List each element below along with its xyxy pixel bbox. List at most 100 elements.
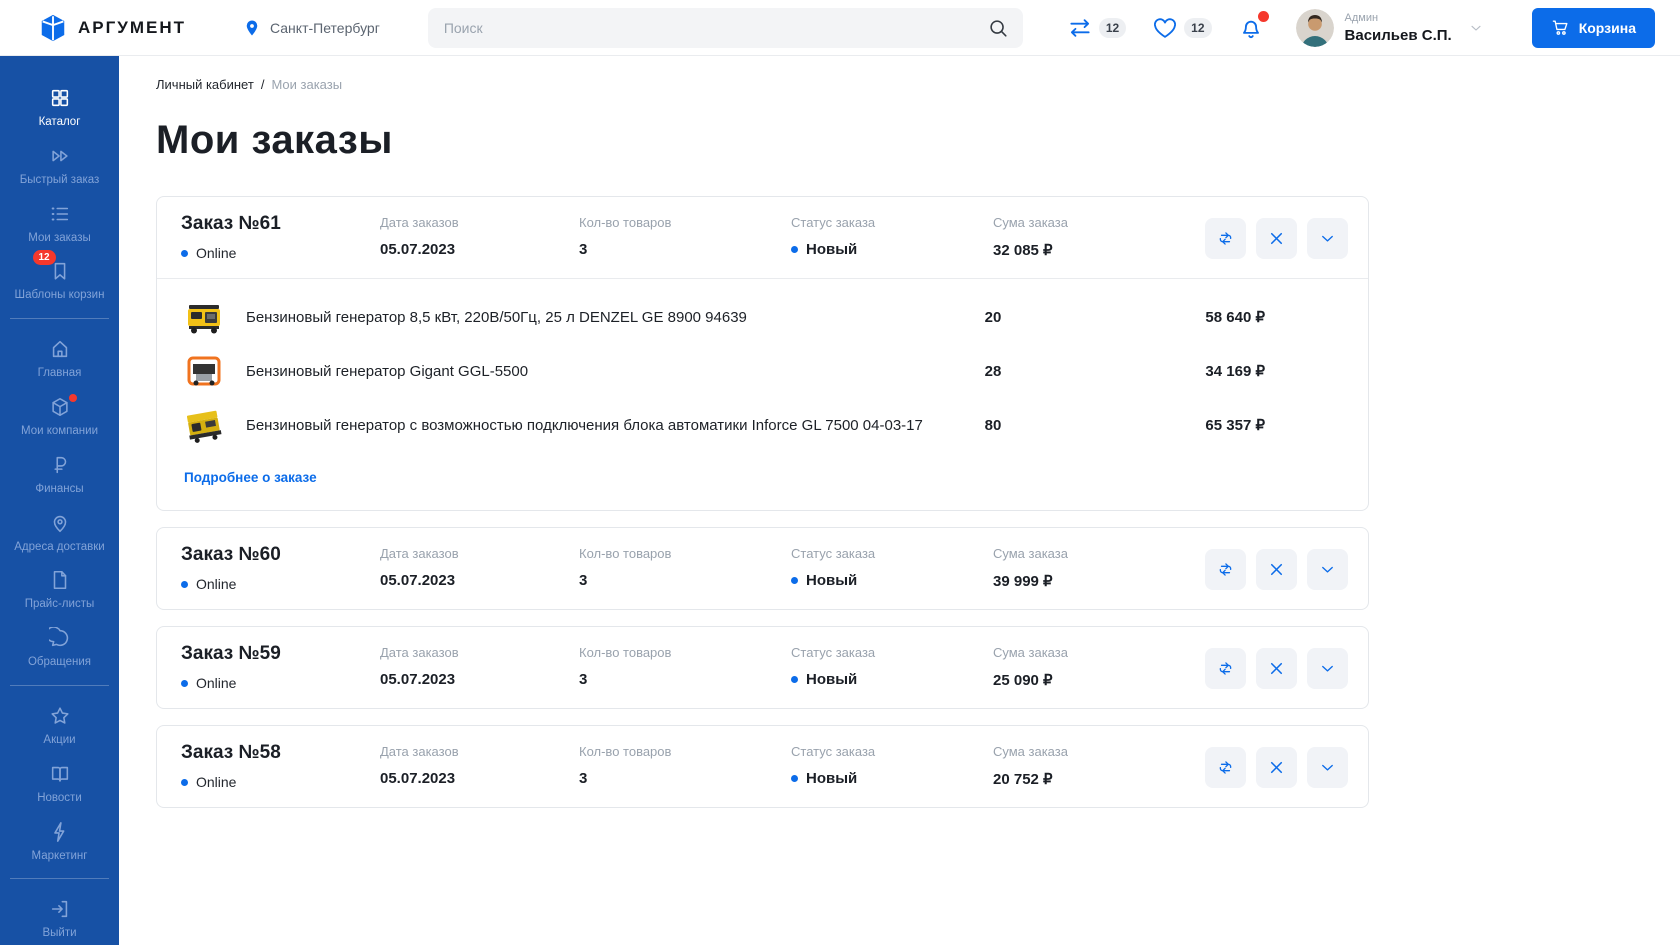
home-icon bbox=[49, 338, 71, 360]
logout-icon bbox=[49, 898, 71, 920]
order-status: Новый bbox=[791, 671, 993, 688]
pin-icon bbox=[49, 512, 71, 534]
product-name: Бензиновый генератор с возможностью подк… bbox=[246, 417, 941, 434]
repeat-order-button[interactable] bbox=[1205, 549, 1246, 590]
order-sum: 25 090 ₽ bbox=[993, 671, 1205, 689]
cancel-order-button[interactable] bbox=[1256, 218, 1297, 259]
status-dot bbox=[181, 680, 188, 687]
sidebar-item-lightning[interactable]: Маркетинг bbox=[0, 821, 119, 864]
order-date: 05.07.2023 bbox=[380, 770, 579, 787]
expand-order-button[interactable] bbox=[1307, 549, 1348, 590]
order-actions bbox=[1205, 218, 1348, 259]
cart-icon bbox=[1551, 18, 1570, 37]
search-input[interactable] bbox=[428, 8, 1023, 48]
order-status-label: Статус заказа bbox=[791, 744, 993, 759]
cart-button-label: Корзина bbox=[1579, 20, 1636, 36]
ruble-icon bbox=[49, 454, 71, 476]
main-content: Личный кабинет / Мои заказы Мои заказы З… bbox=[119, 56, 1680, 945]
order-channel: Online bbox=[181, 774, 380, 790]
sidebar-item-ruble[interactable]: Финансы bbox=[0, 454, 119, 497]
sidebar-item-cube[interactable]: Мои компании bbox=[0, 396, 119, 439]
product-name: Бензиновый генератор 8,5 кВт, 220В/50Гц,… bbox=[246, 309, 941, 326]
favorites-button[interactable]: 12 bbox=[1152, 15, 1211, 41]
cube-icon bbox=[49, 396, 71, 418]
repeat-icon bbox=[1216, 659, 1235, 678]
sidebar-item-label: Новости bbox=[35, 792, 84, 806]
search-icon[interactable] bbox=[987, 17, 1009, 39]
cart-button[interactable]: Корзина bbox=[1532, 8, 1655, 48]
sidebar-item-bookmark[interactable]: 12Шаблоны корзин bbox=[0, 260, 119, 303]
sidebar-item-pin[interactable]: Адреса доставки bbox=[0, 512, 119, 555]
order-qty: 3 bbox=[579, 241, 791, 258]
city-selector[interactable]: Санкт-Петербург bbox=[243, 19, 380, 37]
order-card: Заказ №58 Online Дата заказов05.07.2023 … bbox=[156, 725, 1369, 808]
breadcrumb-parent[interactable]: Личный кабинет bbox=[156, 77, 254, 92]
status-dot bbox=[791, 577, 798, 584]
cancel-order-button[interactable] bbox=[1256, 648, 1297, 689]
order-actions bbox=[1205, 648, 1348, 689]
order-channel: Online bbox=[181, 245, 380, 261]
status-dot bbox=[791, 246, 798, 253]
sidebar-item-label: Адреса доставки bbox=[12, 541, 106, 555]
order-item-row: Бензиновый генератор 8,5 кВт, 220В/50Гц,… bbox=[157, 290, 1368, 344]
repeat-icon bbox=[1216, 758, 1235, 777]
sidebar-item-grid[interactable]: Каталог bbox=[0, 87, 119, 130]
star-icon bbox=[49, 705, 71, 727]
status-dot bbox=[181, 779, 188, 786]
sidebar-item-book[interactable]: Новости bbox=[0, 763, 119, 806]
order-card-header: Заказ №60 Online Дата заказов05.07.2023 … bbox=[157, 528, 1368, 609]
chevron-down-icon bbox=[1318, 659, 1337, 678]
chevron-down-icon bbox=[1318, 758, 1337, 777]
sidebar-item-star[interactable]: Акции bbox=[0, 705, 119, 748]
close-icon bbox=[1267, 560, 1286, 579]
order-status-label: Статус заказа bbox=[791, 215, 993, 230]
breadcrumb-separator: / bbox=[261, 77, 265, 92]
close-icon bbox=[1267, 229, 1286, 248]
order-title: Заказ №59 bbox=[181, 643, 380, 665]
order-qty: 3 bbox=[579, 770, 791, 787]
order-sum: 20 752 ₽ bbox=[993, 770, 1205, 788]
sidebar-item-list[interactable]: Мои заказы bbox=[0, 203, 119, 246]
lightning-icon bbox=[49, 821, 71, 843]
sidebar-item-home[interactable]: Главная bbox=[0, 338, 119, 381]
favorites-count-badge: 12 bbox=[1184, 18, 1211, 38]
status-dot bbox=[791, 676, 798, 683]
repeat-icon bbox=[1216, 229, 1235, 248]
expand-order-button[interactable] bbox=[1307, 648, 1348, 689]
sidebar-item-logout[interactable]: Выйти bbox=[0, 898, 119, 941]
order-card: Заказ №61 Online Дата заказов05.07.2023 … bbox=[156, 196, 1369, 511]
sidebar-divider bbox=[10, 318, 109, 319]
expand-order-button[interactable] bbox=[1307, 747, 1348, 788]
sidebar-item-fast-forward[interactable]: Быстрый заказ bbox=[0, 145, 119, 188]
cancel-order-button[interactable] bbox=[1256, 747, 1297, 788]
logo[interactable]: АРГУМЕНТ bbox=[38, 13, 186, 43]
product-name: Бензиновый генератор Gigant GGL-5500 bbox=[246, 363, 941, 380]
sidebar-item-document[interactable]: Прайс-листы bbox=[0, 569, 119, 612]
notifications-button[interactable] bbox=[1238, 15, 1264, 41]
book-icon bbox=[49, 763, 71, 785]
expand-order-button[interactable] bbox=[1307, 218, 1348, 259]
user-menu[interactable]: Админ Васильев С.П. bbox=[1296, 9, 1484, 47]
order-status-label: Статус заказа bbox=[791, 546, 993, 561]
repeat-order-button[interactable] bbox=[1205, 218, 1246, 259]
sidebar-item-chat[interactable]: Обращения bbox=[0, 627, 119, 670]
product-image bbox=[184, 297, 224, 337]
order-date: 05.07.2023 bbox=[380, 241, 579, 258]
repeat-order-button[interactable] bbox=[1205, 747, 1246, 788]
order-qty-label: Кол-во товаров bbox=[579, 744, 791, 759]
order-items: Бензиновый генератор 8,5 кВт, 220В/50Гц,… bbox=[157, 278, 1368, 510]
cancel-order-button[interactable] bbox=[1256, 549, 1297, 590]
status-dot bbox=[181, 250, 188, 257]
order-card: Заказ №59 Online Дата заказов05.07.2023 … bbox=[156, 626, 1369, 709]
order-details-link[interactable]: Подробнее о заказе bbox=[184, 470, 317, 485]
status-dot bbox=[181, 581, 188, 588]
order-qty: 3 bbox=[579, 671, 791, 688]
sidebar: Каталог Быстрый заказ Мои заказы 12Шаблоны … bbox=[0, 56, 119, 945]
product-quantity: 80 bbox=[963, 417, 1023, 434]
top-bar: АРГУМЕНТ Санкт-Петербург 12 12 Админ Вас… bbox=[0, 0, 1680, 56]
bookmark-icon: 12 bbox=[49, 260, 71, 282]
close-icon bbox=[1267, 758, 1286, 777]
product-price: 34 169 ₽ bbox=[1045, 362, 1265, 380]
repeat-order-button[interactable] bbox=[1205, 648, 1246, 689]
compare-button[interactable]: 12 bbox=[1067, 15, 1126, 41]
